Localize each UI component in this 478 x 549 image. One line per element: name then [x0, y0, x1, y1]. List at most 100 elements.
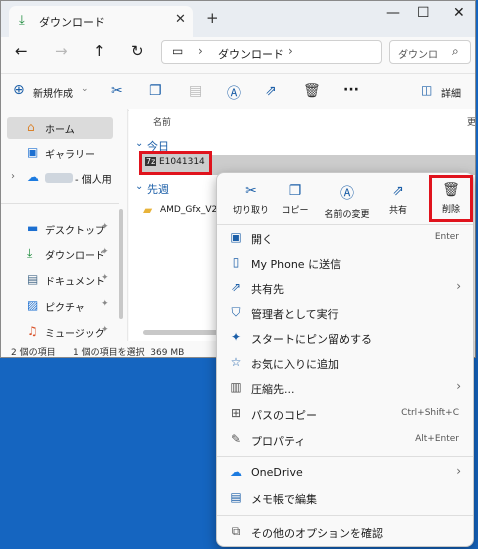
more-button[interactable]: ···	[343, 82, 359, 98]
delete-label: 削除	[441, 205, 460, 215]
address-bar[interactable]: ▭ › ダウンロード ›	[161, 40, 382, 64]
selected-file-highlight[interactable]: 7z E1041314	[139, 151, 212, 175]
menu-item-open[interactable]: ▣ 開く Enter	[223, 226, 469, 250]
new-tab-button[interactable]: +	[206, 9, 219, 27]
menu-item-pin-to-start[interactable]: ✦ スタートにピン留めする	[223, 326, 469, 350]
menu-item-run-as-admin[interactable]: ⛉ 管理者として実行	[223, 301, 469, 325]
maximize-button[interactable]: ☐	[417, 5, 430, 21]
minimize-button[interactable]: —	[386, 5, 400, 21]
command-bar: ⊕ 新規作成 ⌄ ✂ ❐ ▤ Ⓐ ⇗ 🗑 ··· ◫ 詳細	[1, 73, 475, 111]
item-count: 2 個の項目	[11, 348, 56, 358]
tab-downloads[interactable]: ⤓ ダウンロード ✕	[9, 6, 193, 37]
menu-item-properties[interactable]: ✎ プロパティ Alt+Enter	[223, 428, 469, 452]
folder-icon: ▰	[143, 203, 153, 217]
sidebar-item-music[interactable]: ♫ ミュージック ✦	[7, 321, 113, 343]
table-row[interactable]: ▰ AMD_Gfx_V2	[143, 203, 223, 221]
blurred-account-name	[45, 173, 73, 183]
delete-icon[interactable]: 🗑	[303, 83, 321, 99]
back-button[interactable]: ←	[15, 42, 28, 60]
desktop-icon: ▬	[27, 221, 39, 235]
share-button[interactable]: ⇗ 共有	[372, 179, 424, 221]
sidebar-item-downloads[interactable]: ⤓ ダウンロード ✦	[7, 243, 113, 265]
menu-item-edit-in-notepad[interactable]: ▤ メモ帳で編集	[223, 486, 469, 510]
sidebar-item-gallery[interactable]: ▣ ギャラリー	[7, 142, 113, 164]
picture-icon: ▨	[27, 298, 39, 312]
sidebar-item-desktop[interactable]: ▬ デスクトップ ✦	[7, 218, 113, 240]
menu-item-compress-to[interactable]: ▥ 圧縮先... ›	[223, 376, 469, 400]
menu-item-label: OneDrive	[251, 466, 303, 479]
group-header-last-week[interactable]: 先週	[147, 181, 169, 197]
archive-icon: 7z	[145, 157, 157, 166]
title-bar: ⤓ ダウンロード ✕ + — ☐ ✕	[1, 1, 475, 37]
tab-title: ダウンロード	[39, 16, 105, 29]
close-tab-button[interactable]: ✕	[175, 12, 186, 27]
search-input[interactable]: ダウンロ	[398, 46, 438, 61]
copy-icon[interactable]: ❐	[149, 83, 162, 99]
menu-item-label: スタートにピン留めする	[251, 333, 372, 346]
menu-item-onedrive[interactable]: ☁ OneDrive ›	[223, 461, 469, 485]
sidebar-scrollbar[interactable]	[119, 209, 123, 319]
divider	[217, 456, 473, 457]
details-button[interactable]: 詳細	[441, 85, 461, 100]
notepad-icon: ▤	[230, 490, 242, 504]
copy-button[interactable]: ❐ コピー	[269, 179, 321, 221]
delete-icon: 🗑	[442, 182, 460, 198]
sidebar-item-label: - 個人用	[75, 175, 112, 186]
chevron-right-icon: ›	[456, 279, 461, 293]
chevron-right-icon[interactable]: ›	[11, 171, 15, 182]
forward-button[interactable]: →	[55, 42, 68, 60]
gallery-icon: ▣	[27, 145, 39, 159]
sidebar-item-home[interactable]: ⌂ ホーム	[7, 117, 113, 139]
chevron-down-icon: ⌄	[81, 84, 89, 94]
menu-item-label: 圧縮先...	[251, 383, 295, 396]
menu-item-label: 管理者として実行	[251, 308, 339, 321]
breadcrumb[interactable]: ダウンロード	[218, 46, 284, 62]
refresh-button[interactable]: ↻	[131, 42, 144, 60]
close-window-button[interactable]: ✕	[453, 5, 465, 21]
pin-icon: ✦	[101, 325, 109, 335]
menu-item-share-with[interactable]: ⇗ 共有先 ›	[223, 276, 469, 300]
copy-label: コピー	[281, 206, 309, 216]
navigation-pane: ⌂ ホーム ▣ ギャラリー › ☁ - 個人用 ▬ デスクトップ ✦ ⤓ ダウン…	[1, 109, 128, 341]
column-header-name[interactable]: 名前	[153, 115, 171, 128]
chevron-right-icon: ›	[456, 464, 461, 478]
sidebar-item-label: ホーム	[45, 125, 75, 136]
column-header-date[interactable]: 更	[467, 115, 475, 128]
sidebar-item-documents[interactable]: ▤ ドキュメント ✦	[7, 269, 113, 291]
menu-item-label: 共有先	[251, 283, 284, 296]
menu-item-copy-path[interactable]: ⊞ パスのコピー Ctrl+Shift+C	[223, 402, 469, 426]
chevron-down-icon[interactable]: ⌄	[135, 181, 143, 192]
sidebar-item-label: ダウンロード	[45, 251, 105, 262]
home-icon: ⌂	[27, 120, 35, 134]
menu-item-send-to-phone[interactable]: ▯ My Phone に送信	[223, 251, 469, 275]
divider	[217, 224, 473, 225]
horizontal-scrollbar[interactable]	[143, 330, 219, 335]
chevron-right-icon: ›	[456, 379, 461, 393]
pin-icon: ✦	[101, 273, 109, 283]
menu-item-label: プロパティ	[251, 435, 306, 448]
share-icon: ⇗	[392, 183, 404, 199]
chevron-right-icon[interactable]: ›	[288, 44, 293, 58]
rename-button[interactable]: Ⓐ 名前の変更	[321, 179, 373, 221]
search-box[interactable]: ダウンロ ⌕	[389, 40, 471, 64]
sidebar-item-pictures[interactable]: ▨ ピクチャ ✦	[7, 295, 113, 317]
sidebar-item-onedrive[interactable]: › ☁ - 個人用	[7, 167, 113, 189]
menu-item-label: メモ帳で編集	[251, 493, 317, 506]
paste-icon[interactable]: ▤	[189, 83, 202, 99]
rename-icon: Ⓐ	[340, 186, 354, 202]
phone-icon: ▯	[232, 255, 240, 269]
menu-item-add-to-favorites[interactable]: ☆ お気に入りに追加	[223, 351, 469, 375]
menu-item-show-more-options[interactable]: ⧉ その他のオプションを確認	[223, 520, 469, 544]
cut-icon[interactable]: ✂	[111, 83, 123, 99]
chevron-down-icon[interactable]: ⌄	[135, 138, 143, 149]
divider	[217, 515, 473, 516]
new-icon: ⊕	[13, 82, 25, 98]
up-button[interactable]: ↑	[93, 42, 106, 60]
delete-button[interactable]: 🗑 削除	[429, 175, 473, 222]
onedrive-icon: ☁	[230, 465, 242, 479]
new-button[interactable]: 新規作成	[33, 85, 73, 100]
rename-icon[interactable]: Ⓐ	[227, 83, 241, 103]
share-icon[interactable]: ⇗	[265, 83, 277, 99]
shortcut-label: Ctrl+Shift+C	[401, 408, 459, 418]
document-icon: ▤	[27, 272, 39, 286]
